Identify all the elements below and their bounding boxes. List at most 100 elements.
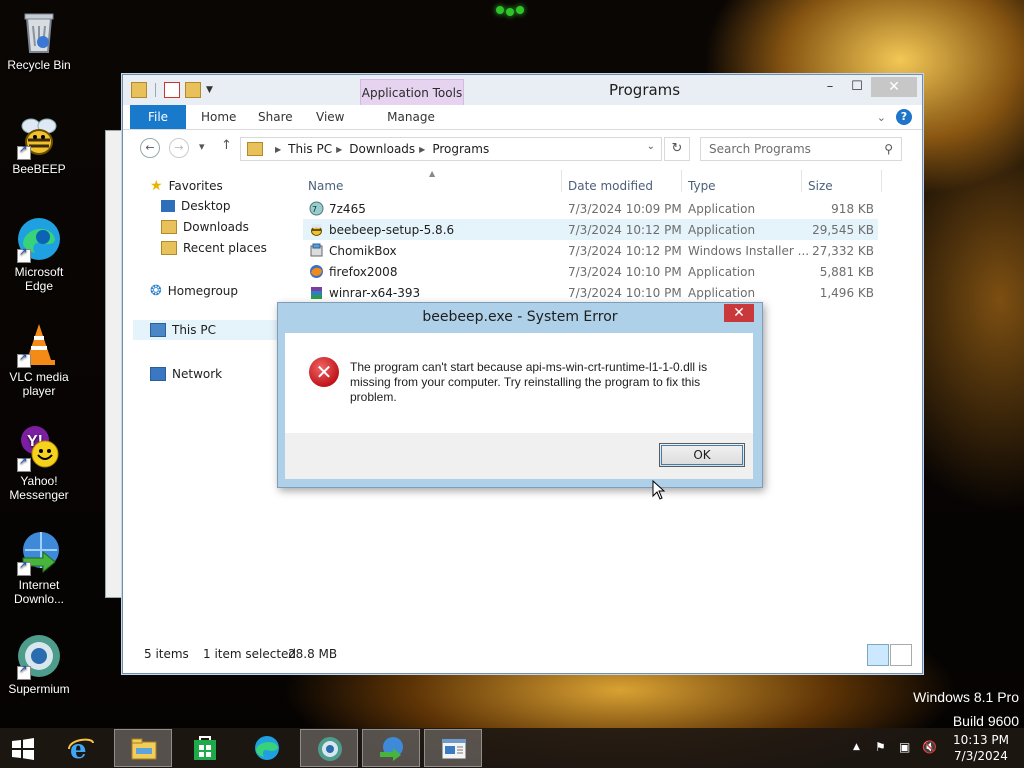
file-date: 7/3/2024 10:09 PM — [568, 201, 682, 216]
nav-favorites[interactable]: ★ Favorites — [150, 178, 223, 194]
tab-share[interactable]: Share — [258, 105, 293, 129]
nav-desktop[interactable]: Desktop — [161, 199, 231, 213]
desktop-icon-idm[interactable]: Internet Downlo... — [0, 528, 78, 606]
desktop-icon-label: Internet Downlo... — [13, 578, 65, 606]
taskbar-store[interactable] — [176, 729, 234, 767]
expand-ribbon-icon[interactable]: ⌄ — [877, 111, 886, 124]
dialog-body: ✕ The program can't start because api-ms… — [285, 333, 753, 433]
close-icon[interactable]: ✕ — [724, 304, 754, 322]
table-row-selected[interactable]: beebeep-setup-5.8.6 7/3/2024 10:12 PM Ap… — [303, 219, 878, 240]
search-input[interactable]: Search Programs ⚲ — [700, 137, 902, 161]
status-bar: 5 items 1 item selected 28.8 MB — [123, 637, 922, 673]
table-row[interactable]: firefox2008 7/3/2024 10:10 PM Applicatio… — [303, 261, 878, 282]
details-view-icon[interactable] — [867, 644, 889, 666]
taskbar-internet-explorer[interactable]: e — [52, 729, 110, 767]
chevron-right-icon[interactable]: ▶ — [419, 145, 425, 154]
column-header-name[interactable]: Name — [308, 179, 343, 193]
column-header-size[interactable]: Size — [808, 179, 833, 193]
show-hidden-icons-icon[interactable]: ▲ — [853, 742, 860, 752]
nav-label: Desktop — [181, 199, 231, 213]
recent-locations-icon[interactable]: ▾ — [199, 140, 205, 153]
desktop-icon-label: Supermium — [8, 682, 70, 696]
separator — [881, 170, 882, 192]
system-clock[interactable]: 10:13 PM 7/3/2024 — [950, 732, 1012, 764]
svg-text:7: 7 — [312, 205, 317, 214]
desktop-icon-label: Recycle Bin — [7, 58, 71, 72]
customize-toolbar-icon[interactable]: ▼ — [206, 85, 213, 95]
tab-manage[interactable]: Manage — [360, 105, 462, 129]
ribbon-tabs: File Home Share View Manage ⌄ ? — [123, 105, 922, 130]
window-title: Programs — [609, 81, 681, 99]
supermium-icon — [318, 737, 342, 761]
title-bar[interactable]: ▼ Application Tools Programs – ☐ ✕ — [123, 75, 922, 106]
refresh-icon[interactable]: ↻ — [664, 137, 690, 161]
taskbar-supermium[interactable] — [300, 729, 358, 767]
nav-this-pc[interactable]: This PC — [133, 320, 298, 340]
taskbar-error-dialog[interactable] — [424, 729, 482, 767]
nav-label: Favorites — [168, 179, 223, 193]
shortcut-arrow-icon — [17, 247, 31, 263]
folder-icon[interactable] — [131, 82, 147, 98]
chevron-right-icon[interactable]: ▶ — [336, 145, 342, 154]
internet-explorer-icon: e — [68, 735, 94, 761]
table-row[interactable]: ChomikBox 7/3/2024 10:12 PM Windows Inst… — [303, 240, 878, 261]
desktop-icon-yahoo[interactable]: Y! Yahoo! Messenger — [0, 424, 78, 502]
table-row[interactable]: 7 7z465 7/3/2024 10:09 PM Application 91… — [303, 198, 878, 219]
desktop-icon-label: VLC media player — [9, 370, 69, 398]
back-icon[interactable]: ← — [140, 138, 160, 158]
nav-downloads[interactable]: Downloads — [161, 220, 249, 234]
file-name: beebeep-setup-5.8.6 — [329, 222, 455, 237]
tab-view[interactable]: View — [316, 105, 344, 129]
downloads-folder-icon — [161, 220, 177, 234]
tab-file[interactable]: File — [130, 105, 186, 129]
minimize-icon[interactable]: – — [816, 77, 844, 97]
homegroup-icon: ❂ — [150, 283, 162, 299]
new-folder-icon[interactable] — [185, 82, 201, 98]
forward-icon[interactable]: → — [169, 138, 189, 158]
top-glow — [480, 0, 550, 20]
shortcut-arrow-icon — [17, 560, 31, 576]
desktop-icon-recycle-bin[interactable]: Recycle Bin — [0, 8, 78, 72]
table-row[interactable]: winrar-x64-393 7/3/2024 10:10 PM Applica… — [303, 282, 878, 303]
separator — [681, 170, 682, 192]
up-icon[interactable]: ↑ — [221, 138, 232, 153]
ok-button[interactable]: OK — [659, 443, 745, 467]
nav-network[interactable]: Network — [150, 367, 222, 381]
clock-time: 10:13 PM — [953, 733, 1009, 747]
properties-icon[interactable] — [164, 82, 180, 98]
desktop-icon-vlc[interactable]: VLC media player — [0, 320, 78, 398]
chevron-down-icon[interactable]: ⌄ — [647, 141, 655, 152]
address-bar[interactable]: ▶ This PC ▶ Downloads ▶ Programs ⌄ — [240, 137, 662, 161]
breadcrumb-downloads[interactable]: Downloads — [349, 142, 415, 156]
nav-recent-places[interactable]: Recent places — [161, 241, 267, 255]
network-icon — [150, 367, 166, 381]
network-status-icon[interactable]: ▣ — [899, 740, 910, 754]
desktop-icon-edge[interactable]: Microsoft Edge — [0, 215, 78, 293]
desktop-icon-label: Microsoft Edge — [14, 265, 64, 293]
breadcrumb-this-pc[interactable]: This PC — [288, 142, 332, 156]
taskbar-internet-download-manager[interactable] — [362, 729, 420, 767]
error-icon: ✕ — [309, 357, 339, 387]
start-button[interactable] — [0, 729, 58, 767]
large-icons-view-icon[interactable] — [890, 644, 912, 666]
file-name: ChomikBox — [329, 243, 397, 258]
desktop-icon-beebeep[interactable]: BeeBEEP — [0, 112, 78, 176]
tab-home[interactable]: Home — [201, 105, 236, 129]
desktop-icon-supermium[interactable]: Supermium — [0, 632, 78, 696]
file-name: firefox2008 — [329, 264, 398, 279]
nav-homegroup[interactable]: ❂ Homegroup — [150, 283, 238, 299]
taskbar-edge[interactable] — [238, 729, 296, 767]
column-header-date[interactable]: Date modified — [568, 179, 653, 193]
volume-muted-icon[interactable]: 🔇 — [922, 740, 937, 754]
file-name: 7z465 — [329, 201, 366, 216]
help-icon[interactable]: ? — [896, 109, 912, 125]
column-header-type[interactable]: Type — [688, 179, 716, 193]
taskbar-file-explorer[interactable] — [114, 729, 172, 767]
close-icon[interactable]: ✕ — [871, 77, 917, 97]
maximize-icon[interactable]: ☐ — [843, 77, 871, 97]
desktop-icon-label: Yahoo! Messenger — [9, 474, 69, 502]
dialog-title: beebeep.exe - System Error — [422, 309, 618, 325]
separator — [801, 170, 802, 192]
breadcrumb-programs[interactable]: Programs — [432, 142, 489, 156]
action-center-flag-icon[interactable]: ⚑ — [875, 740, 886, 754]
